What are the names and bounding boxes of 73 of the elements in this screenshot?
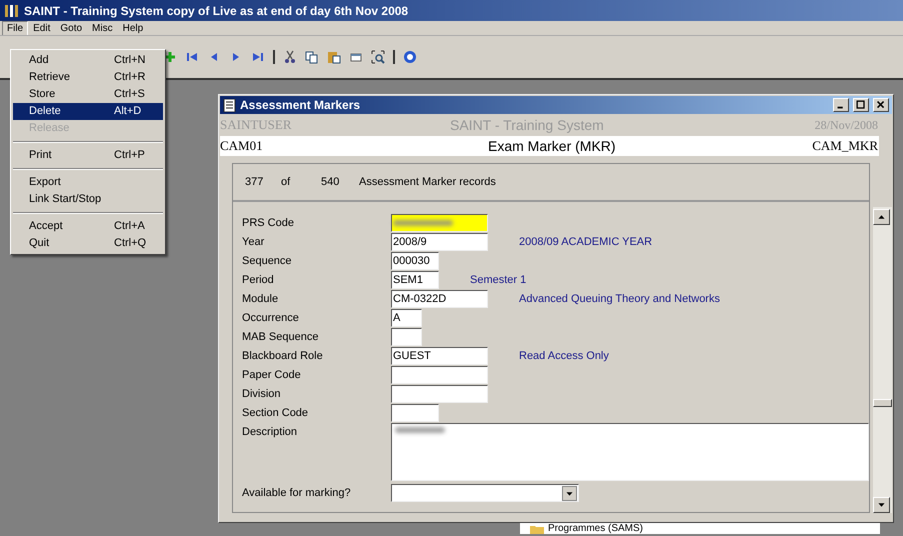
field-label: Module	[242, 292, 280, 307]
help-icon[interactable]	[403, 50, 417, 64]
redaction-smudge	[393, 220, 453, 226]
field-label: Division	[242, 387, 282, 402]
menu-item[interactable]: Export	[13, 174, 163, 191]
field-label: Year	[242, 235, 266, 250]
close-icon[interactable]	[873, 98, 889, 112]
input-field[interactable]: CM-0322D	[391, 290, 488, 308]
paste-icon[interactable]	[327, 50, 341, 64]
field-label: MAB Sequence	[242, 330, 320, 345]
record-number: 377	[245, 174, 264, 190]
field-description: Semester 1	[470, 273, 526, 288]
input-field[interactable]: A	[391, 309, 422, 327]
copy-icon[interactable]	[305, 50, 319, 64]
input-field[interactable]	[391, 366, 488, 384]
input-field[interactable]	[391, 404, 439, 422]
tree-item-label: Programmes (SAMS)	[548, 523, 644, 534]
input-field[interactable]: 2008/9	[391, 233, 488, 251]
menu-item[interactable]: Add Ctrl+N	[13, 52, 163, 69]
menu-item[interactable]: Edit	[28, 20, 56, 36]
menu-item[interactable]: Link Start/Stop	[13, 191, 163, 208]
minimize-icon[interactable]	[833, 98, 849, 112]
plus-icon[interactable]	[163, 50, 177, 64]
field-description: Advanced Queuing Theory and Networks	[519, 292, 720, 307]
record-total: 540	[321, 174, 340, 190]
user-name: SAINTUSER	[220, 116, 293, 134]
field-label: Available for marking?	[242, 486, 352, 501]
system-name: SAINT - Training System	[450, 116, 605, 135]
menu-item[interactable]: Store Ctrl+S	[13, 86, 163, 103]
redaction-smudge	[395, 427, 445, 433]
menu-item[interactable]: Print Ctrl+P	[13, 147, 163, 164]
input-field[interactable]: 000030	[391, 252, 439, 270]
input-field[interactable]	[391, 214, 488, 232]
field-label: Period	[242, 273, 275, 288]
menu-item[interactable]: Delete Alt+D	[13, 103, 163, 120]
input-field[interactable]	[391, 328, 422, 346]
field-label: Description	[242, 425, 298, 440]
input-field[interactable]	[391, 385, 488, 403]
app-logo-icon	[4, 4, 20, 18]
document-icon	[223, 98, 236, 112]
cut-icon[interactable]	[283, 50, 297, 64]
role-code: CAM_MKR	[812, 137, 878, 156]
field-description: Read Access Only	[519, 349, 609, 364]
last-record-icon[interactable]	[251, 50, 265, 64]
record-of: of	[281, 174, 292, 190]
form-code: CAM01	[220, 137, 264, 156]
scroll-down-icon[interactable]	[873, 497, 890, 513]
menu-item[interactable]: Quit Ctrl+Q	[13, 235, 163, 252]
scroll-up-icon[interactable]	[873, 209, 890, 225]
maximize-icon[interactable]	[853, 98, 869, 112]
menu-item[interactable]: Retrieve Ctrl+R	[13, 69, 163, 86]
first-record-icon[interactable]	[185, 50, 199, 64]
input-field[interactable]: SEM1	[391, 271, 439, 289]
menu-item[interactable]: Goto	[55, 20, 88, 36]
field-label: PRS Code	[242, 216, 295, 231]
menu-item[interactable]: Help	[118, 20, 148, 36]
form-role: Exam Marker (MKR)	[488, 136, 617, 156]
input-field[interactable]: GUEST	[391, 347, 488, 365]
field-label: Paper Code	[242, 368, 302, 383]
field-label: Blackboard Role	[242, 349, 324, 364]
zoom-icon[interactable]	[371, 50, 385, 64]
menu-item[interactable]: Accept Ctrl+A	[13, 218, 163, 235]
scroll-thumb[interactable]	[873, 399, 892, 407]
window-title: SAINT - Training System copy of Live as at end of day 6th Nov 2008	[24, 2, 408, 20]
field-description: 2008/09 ACADEMIC YEAR	[519, 235, 652, 250]
record-label: Assessment Marker records	[359, 174, 496, 190]
field-label: Sequence	[242, 254, 293, 269]
field-label: Occurrence	[242, 311, 300, 326]
dropdown[interactable]	[391, 484, 579, 502]
menu-item[interactable]: Misc	[87, 20, 118, 36]
date-text: 28/Nov/2008	[814, 117, 878, 134]
field-label: Section Code	[242, 406, 310, 421]
dialog-title: Assessment Markers	[240, 97, 362, 114]
